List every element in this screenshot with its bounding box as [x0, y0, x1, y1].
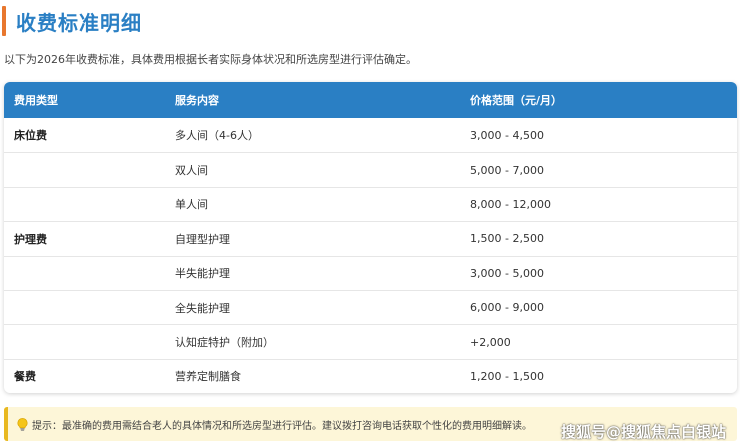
section-title: 收费标准明细	[16, 10, 142, 35]
table-row: 床位费 多人间（4-6人） 3,000 - 4,500	[4, 118, 737, 152]
section-header: 收费标准明细	[2, 5, 142, 37]
title-accent-bar	[2, 6, 6, 36]
table-row: 半失能护理 3,000 - 5,000	[4, 255, 737, 290]
row-price: 5,000 - 7,000	[470, 163, 544, 177]
row-price: +2,000	[470, 335, 511, 349]
table-row: 双人间 5,000 - 7,000	[4, 152, 737, 186]
row-service: 全失能护理	[175, 301, 230, 315]
row-service: 营养定制膳食	[175, 370, 241, 384]
header-fee-type: 费用类型	[14, 94, 58, 107]
table-header: 费用类型 服务内容 价格范围（元/月）	[4, 82, 737, 118]
table-row: 认知症特护（附加） +2,000	[4, 324, 737, 358]
row-price: 1,200 - 1,500	[470, 369, 544, 383]
row-service: 半失能护理	[175, 267, 230, 281]
row-price: 1,500 - 2,500	[470, 232, 544, 246]
row-category: 床位费	[14, 129, 47, 143]
header-service: 服务内容	[175, 94, 219, 107]
row-service: 多人间（4-6人）	[175, 129, 259, 143]
watermark: 搜狐号@搜狐焦点白银站	[560, 423, 726, 441]
intro-text: 以下为2026年收费标准，具体费用根据长者实际身体状况和所选房型进行评估确定。	[4, 53, 417, 66]
table-row: 护理费 自理型护理 1,500 - 2,500	[4, 221, 737, 255]
row-service: 认知症特护（附加）	[175, 336, 274, 350]
table-row: 全失能护理 6,000 - 9,000	[4, 289, 737, 324]
row-price: 3,000 - 5,000	[470, 266, 544, 280]
row-price: 3,000 - 4,500	[470, 128, 544, 142]
tip-text: 提示：最准确的费用需结合老人的具体情况和所选房型进行评估。建议拨打咨询电话获取个…	[32, 420, 532, 432]
row-service: 双人间	[175, 164, 208, 178]
table-row: 餐费 营养定制膳食 1,200 - 1,500	[4, 358, 737, 393]
row-service: 单人间	[175, 198, 208, 212]
header-price: 价格范围（元/月）	[470, 94, 563, 107]
row-price: 8,000 - 12,000	[470, 197, 551, 211]
row-service: 自理型护理	[175, 232, 230, 246]
row-price: 6,000 - 9,000	[470, 301, 544, 315]
table-body: 床位费 多人间（4-6人） 3,000 - 4,500 双人间 5,000 - …	[4, 118, 737, 393]
table-row: 单人间 8,000 - 12,000	[4, 186, 737, 221]
row-category: 餐费	[14, 370, 36, 384]
lightbulb-icon	[16, 417, 28, 431]
row-category: 护理费	[14, 232, 47, 246]
fee-table: 费用类型 服务内容 价格范围（元/月） 床位费 多人间（4-6人） 3,000 …	[4, 82, 737, 393]
